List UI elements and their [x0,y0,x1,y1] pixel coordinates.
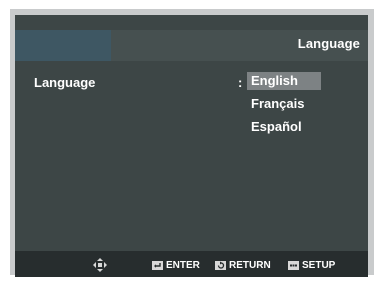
tv-screen-frame: Language Language : English Français Esp… [10,9,374,277]
enter-icon [152,260,163,270]
header-tab [15,30,111,61]
direction-pad-icon [93,258,107,277]
page-title: Language [297,36,360,51]
return-label: RETURN [229,259,271,271]
menu-separator: : [238,75,243,90]
setup-hint[interactable]: SETUP [288,258,335,272]
option-espanol[interactable]: Español [247,118,321,136]
option-english[interactable]: English [247,72,321,90]
menu-label: Language [34,75,96,90]
setup-icon [288,260,299,270]
option-francais[interactable]: Français [247,95,321,113]
enter-label: ENTER [166,259,200,271]
return-hint[interactable]: RETURN [215,258,271,272]
return-icon [215,260,226,270]
enter-hint[interactable]: ENTER [152,258,200,272]
language-menu-panel: Language Language : English Français Esp… [15,15,368,277]
setup-label: SETUP [302,259,336,271]
